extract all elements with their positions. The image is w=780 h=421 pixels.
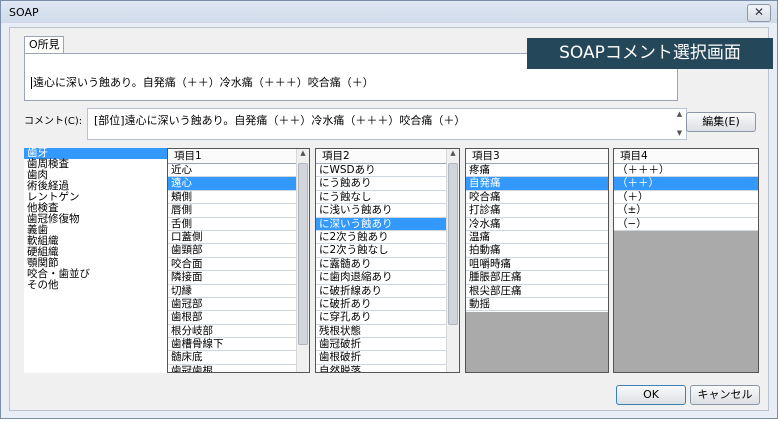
list-item[interactable]: 歯根破折 — [316, 351, 459, 365]
list-item[interactable]: に深いう蝕あり — [316, 217, 459, 231]
window-title: SOAP — [9, 6, 39, 19]
list-item[interactable]: に2次う蝕なし — [316, 244, 459, 258]
list-item[interactable]: に穿孔あり — [316, 311, 459, 325]
list-item[interactable]: 舌側 — [168, 218, 309, 231]
scroll-up-icon[interactable]: ▲ — [297, 149, 309, 158]
list-item[interactable]: 髄床底 — [168, 351, 309, 365]
cancel-button[interactable]: キャンセル — [690, 385, 760, 405]
list-item[interactable]: 隣接面 — [168, 271, 309, 285]
scroll-thumb[interactable] — [298, 163, 308, 345]
dialog-body: O所見 遠心に深いう蝕あり。自発痛（＋＋）冷水痛（＋＋＋）咬合痛（＋） SOAP… — [9, 27, 773, 411]
list-item[interactable]: 歯根部 — [168, 311, 309, 325]
list-item[interactable]: 遠心 — [168, 177, 309, 191]
list-item[interactable]: 歯槽骨線下 — [168, 338, 309, 352]
item2-scrollbar[interactable]: ▲ — [446, 149, 459, 372]
empty-area — [466, 312, 608, 372]
list-item[interactable]: に破折あり — [316, 298, 459, 312]
list-item[interactable]: 歯頸部 — [168, 244, 309, 258]
column-header: 項目3 — [466, 149, 608, 164]
titlebar: SOAP ✕ — [1, 1, 777, 23]
list-item[interactable]: 近心 — [168, 164, 309, 178]
scroll-down-icon[interactable]: ▼ — [674, 129, 685, 138]
list-item[interactable]: にWSDあり — [316, 164, 459, 178]
list-item[interactable]: 自発痛 — [466, 177, 608, 191]
list-item[interactable]: 根尖部圧痛 — [466, 285, 608, 298]
list-item[interactable]: （＋） — [614, 191, 758, 205]
list-item[interactable]: 動揺 — [466, 298, 608, 312]
text-caret — [31, 77, 32, 89]
comment-text: [部位]遠心に深いう蝕あり。自発痛（＋＋）冷水痛（＋＋＋）咬合痛（＋） — [94, 114, 466, 127]
column-item2: 項目2 にWSDあり にう蝕あり にう蝕なし に浅いう蝕あり に深いう蝕あり に2次う蝕あ… — [315, 148, 460, 373]
list-item[interactable]: に露髄あり — [316, 258, 459, 272]
soap-dialog: SOAP ✕ O所見 遠心に深いう蝕あり。自発痛（＋＋）冷水痛（＋＋＋）咬合痛（… — [0, 0, 778, 419]
list-item[interactable]: 打診痛 — [466, 204, 608, 218]
list-item[interactable]: 歯冠部 — [168, 298, 309, 312]
item1-scrollbar[interactable]: ▲ — [296, 149, 309, 372]
column-item4: 項目4 （＋＋＋） （＋＋） （＋） （±） （−） — [613, 148, 759, 373]
list-item[interactable]: （＋＋＋） — [614, 164, 758, 178]
list-item[interactable]: 冷水痛 — [466, 218, 608, 231]
list-item[interactable]: 自然脱落 — [316, 365, 459, 372]
list-item[interactable]: に2次う蝕あり — [316, 231, 459, 245]
list-item[interactable]: （±） — [614, 204, 758, 218]
list-item[interactable]: （−） — [614, 218, 758, 231]
column-header: 項目2 — [316, 149, 459, 164]
column-header: 項目1 — [168, 149, 309, 164]
comment-label: コメント(C): — [24, 116, 83, 127]
edit-button[interactable]: 編集(E) — [686, 112, 756, 132]
item1-list[interactable]: 近心 遠心 頬側 唇側 舌側 口蓋側 歯頸部 咬合面 隣接面 切縁 歯冠部 歯根部 根分岐部 歯槽骨線下髄… — [168, 164, 309, 372]
column-item3: 項目3 疼痛 自発痛 咬合痛 打診痛 冷水痛 温痛 拍動痛 咀嚼時痛 腫脹部圧痛 根尖部圧痛 動揺 — [465, 148, 609, 373]
scroll-up-icon[interactable]: ▲ — [674, 110, 685, 119]
list-item[interactable]: にう蝕あり — [316, 177, 459, 191]
list-item[interactable]: 唇側 — [168, 204, 309, 218]
ok-button[interactable]: OK — [616, 385, 686, 405]
category-item[interactable]: その他 — [24, 280, 169, 291]
item4-list[interactable]: （＋＋＋） （＋＋） （＋） （±） （−） — [614, 164, 758, 231]
scroll-up-icon[interactable]: ▲ — [447, 149, 459, 158]
findings-text: 遠心に深いう蝕あり。自発痛（＋＋）冷水痛（＋＋＋）咬合痛（＋） — [33, 76, 374, 89]
list-item[interactable]: 歯冠歯根 — [168, 365, 309, 372]
comment-input[interactable]: [部位]遠心に深いう蝕あり。自発痛（＋＋）冷水痛（＋＋＋）咬合痛（＋） ▲ ▼ — [87, 108, 687, 140]
list-item[interactable]: 疼痛 — [466, 164, 608, 178]
list-item[interactable]: 咬合面 — [168, 258, 309, 272]
tab-o-findings[interactable]: O所見 — [24, 36, 64, 53]
list-item[interactable]: にう蝕なし — [316, 191, 459, 205]
column-header: 項目4 — [614, 149, 758, 164]
list-item[interactable]: 咬合痛 — [466, 191, 608, 205]
column-item1: 項目1 近心 遠心 頬側 唇側 舌側 口蓋側 歯頸部 咬合面 隣接面 切縁 歯冠部 歯根部 根分岐部 歯槽… — [167, 148, 310, 373]
list-item[interactable]: に浅いう蝕あり — [316, 204, 459, 218]
item3-list[interactable]: 疼痛 自発痛 咬合痛 打診痛 冷水痛 温痛 拍動痛 咀嚼時痛 腫脹部圧痛 根尖部圧痛 動揺 — [466, 164, 608, 312]
list-item[interactable]: 拍動痛 — [466, 244, 608, 258]
list-item[interactable]: 温痛 — [466, 231, 608, 245]
caption-banner: SOAPコメント選択画面 — [527, 38, 773, 69]
list-item[interactable]: 根分岐部 — [168, 325, 309, 339]
list-item[interactable]: 咀嚼時痛 — [466, 258, 608, 272]
comment-scrollbar[interactable]: ▲ ▼ — [674, 110, 685, 138]
list-item[interactable]: 切縁 — [168, 285, 309, 298]
close-icon: ✕ — [753, 5, 765, 19]
empty-area — [614, 231, 758, 372]
list-item[interactable]: に歯肉退縮あり — [316, 271, 459, 285]
scroll-thumb[interactable] — [448, 163, 458, 325]
list-item[interactable]: 腫脹部圧痛 — [466, 271, 608, 285]
category-list[interactable]: 歯牙 歯周検査 歯肉 術後経過 レントゲン 他検査 歯冠修復物 義歯 軟組織 硬組織 顎関節 咬合・歯… — [24, 148, 169, 373]
list-item[interactable]: （＋＋） — [614, 177, 758, 191]
list-item[interactable]: 歯冠破折 — [316, 338, 459, 352]
close-button[interactable]: ✕ — [747, 4, 771, 22]
item2-list[interactable]: にWSDあり にう蝕あり にう蝕なし に浅いう蝕あり に深いう蝕あり に2次う蝕あり に2次… — [316, 164, 459, 372]
list-item[interactable]: 口蓋側 — [168, 231, 309, 245]
list-item[interactable]: 頬側 — [168, 191, 309, 205]
list-item[interactable]: に破折線あり — [316, 285, 459, 298]
list-item[interactable]: 残根状態 — [316, 325, 459, 339]
